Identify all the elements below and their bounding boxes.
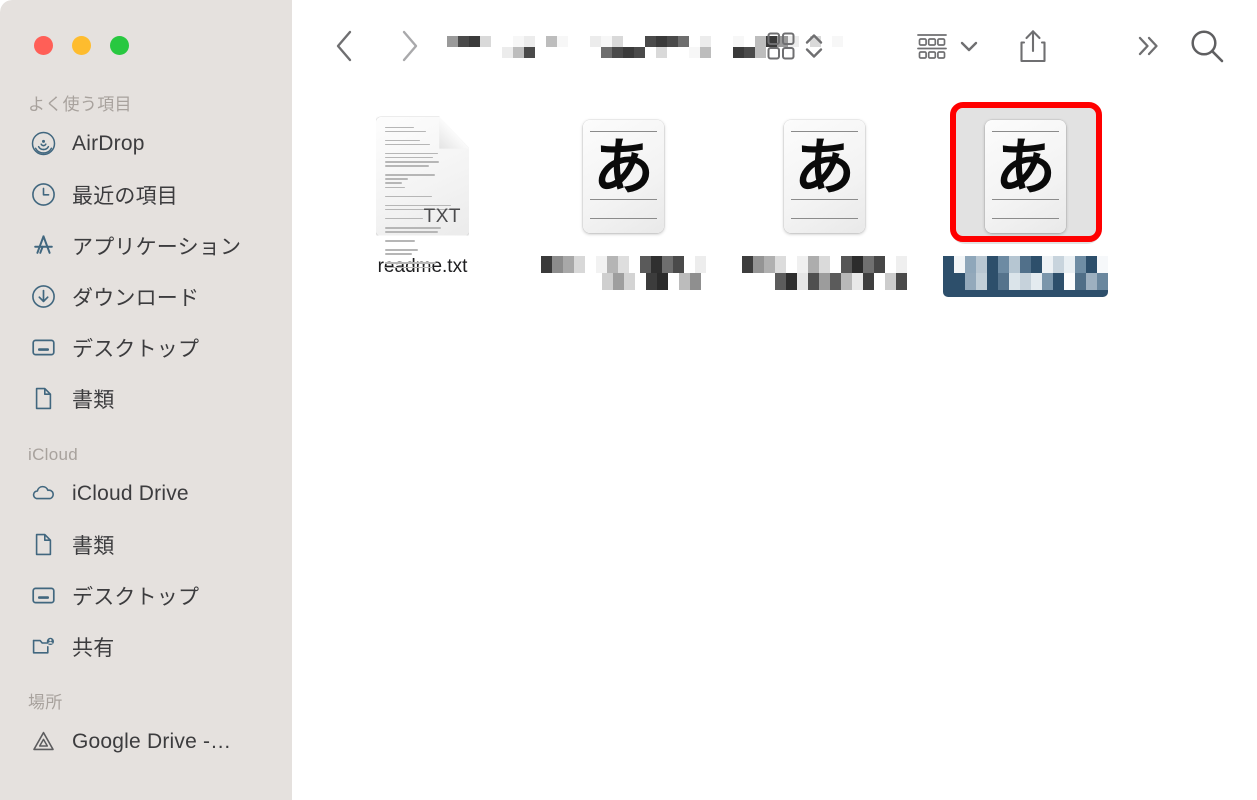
sidebar-item-google-drive[interactable]: Google Drive -… bbox=[0, 716, 292, 767]
sidebar-item-label: 共有 bbox=[72, 636, 115, 660]
file-item[interactable]: TXTreadme.txt bbox=[322, 102, 523, 281]
file-extension-badge: TXT bbox=[423, 205, 461, 227]
redacted-text-blocks bbox=[943, 256, 1108, 290]
redacted-text-blocks bbox=[541, 256, 706, 290]
cloud-icon bbox=[30, 481, 56, 507]
file-item[interactable]: あ bbox=[925, 102, 1126, 297]
clock-icon bbox=[30, 182, 56, 208]
double-chevron-right-icon bbox=[1138, 36, 1158, 56]
file-name-label[interactable] bbox=[541, 256, 706, 297]
font-baseline-rule bbox=[791, 217, 858, 220]
sidebar-item-icloud-drive[interactable]: iCloud Drive bbox=[0, 468, 292, 519]
sidebar-section: よく使う項目 AirDrop 最近の項目 アプリケーション ダウンロード デスク… bbox=[0, 92, 292, 424]
chevron-right-icon bbox=[402, 30, 418, 62]
airdrop-icon bbox=[30, 131, 56, 157]
file-grid-row: TXTreadme.txt あ あ あ bbox=[322, 102, 1257, 297]
file-name-label[interactable] bbox=[943, 256, 1108, 297]
sidebar-item-[interactable]: 最近の項目 bbox=[0, 169, 292, 220]
share-button[interactable] bbox=[1010, 22, 1056, 70]
sidebar-item-airdrop[interactable]: AirDrop bbox=[0, 118, 292, 169]
sidebar-item-[interactable]: ダウンロード bbox=[0, 271, 292, 322]
file-item[interactable]: あ bbox=[523, 102, 724, 297]
sidebar-section-header: 場所 bbox=[28, 693, 63, 712]
sidebar-item-[interactable]: アプリケーション bbox=[0, 220, 292, 271]
minimize-button[interactable] bbox=[72, 36, 91, 55]
file-item[interactable]: あ bbox=[724, 102, 925, 297]
sidebar-item-[interactable]: 書類 bbox=[0, 519, 292, 570]
font-file-icon: あ bbox=[784, 119, 865, 233]
sidebar-item-label: デスクトップ bbox=[72, 585, 200, 609]
sidebar-item-[interactable]: デスクトップ bbox=[0, 570, 292, 621]
back-button[interactable] bbox=[322, 24, 366, 68]
sidebar-item-label: アプリケーション bbox=[72, 235, 242, 259]
sidebar-sections: よく使う項目 AirDrop 最近の項目 アプリケーション ダウンロード デスク… bbox=[0, 92, 292, 800]
sidebar-section: iCloud iCloud Drive 書類 デスクトップ 共有 bbox=[0, 442, 292, 672]
more-toolbar-items-button[interactable] bbox=[1126, 24, 1170, 68]
chevron-up-down-icon bbox=[805, 34, 822, 58]
font-sample-glyph: あ bbox=[592, 132, 654, 203]
search-icon bbox=[1191, 30, 1224, 63]
sidebar-item-label: デスクトップ bbox=[72, 337, 200, 361]
chevron-left-icon bbox=[336, 30, 352, 62]
font-baseline-rule bbox=[590, 217, 657, 220]
file-name-label[interactable] bbox=[742, 256, 907, 297]
font-file-icon: あ bbox=[985, 119, 1066, 233]
sidebar-item-label: 最近の項目 bbox=[72, 184, 178, 208]
window-controls bbox=[34, 36, 129, 55]
sidebar-item-label: Google Drive -… bbox=[72, 729, 232, 753]
desktop-icon bbox=[30, 583, 56, 609]
sidebar-item-[interactable]: 共有 bbox=[0, 621, 292, 672]
font-sample-glyph: あ bbox=[994, 132, 1056, 203]
document-icon bbox=[30, 386, 56, 412]
font-sample-glyph: あ bbox=[793, 132, 855, 203]
font-baseline-rule bbox=[992, 217, 1059, 220]
view-mode-button[interactable] bbox=[752, 24, 838, 68]
txt-document-icon: TXT bbox=[376, 116, 469, 269]
group-by-button[interactable] bbox=[904, 24, 990, 68]
search-button[interactable] bbox=[1184, 22, 1230, 70]
file-icon-container[interactable]: あ bbox=[549, 108, 699, 244]
share-icon bbox=[1020, 30, 1046, 63]
sidebar-item-[interactable]: デスクトップ bbox=[0, 322, 292, 373]
applications-icon bbox=[30, 233, 56, 259]
shared-folder-icon bbox=[30, 634, 56, 660]
sidebar-section-header: よく使う項目 bbox=[28, 95, 132, 114]
sidebar-item-label: 書類 bbox=[72, 534, 115, 558]
font-file-icon: あ bbox=[583, 119, 664, 233]
group-by-icon bbox=[916, 34, 947, 59]
document-preview-lines bbox=[385, 126, 460, 269]
redacted-text-blocks bbox=[742, 256, 907, 290]
sidebar-item-label: iCloud Drive bbox=[72, 481, 189, 505]
close-button[interactable] bbox=[34, 36, 53, 55]
grid-view-icon bbox=[767, 32, 794, 60]
file-grid: TXTreadme.txt あ あ あ bbox=[292, 92, 1257, 800]
toolbar bbox=[292, 0, 1257, 92]
downloads-icon bbox=[30, 284, 56, 310]
sidebar-section-header: iCloud bbox=[28, 445, 78, 464]
forward-button[interactable] bbox=[388, 24, 432, 68]
sidebar: よく使う項目 AirDrop 最近の項目 アプリケーション ダウンロード デスク… bbox=[0, 0, 292, 800]
google-drive-icon bbox=[30, 729, 56, 755]
main-pane: TXTreadme.txt あ あ あ bbox=[292, 0, 1257, 800]
finder-window: よく使う項目 AirDrop 最近の項目 アプリケーション ダウンロード デスク… bbox=[0, 0, 1257, 800]
sidebar-section: 場所 Google Drive -… bbox=[0, 690, 292, 767]
document-icon bbox=[30, 532, 56, 558]
file-icon-container[interactable]: あ bbox=[750, 108, 900, 244]
file-icon-container[interactable]: あ bbox=[950, 108, 1101, 244]
file-icon-container[interactable]: TXT bbox=[348, 108, 498, 269]
maximize-button[interactable] bbox=[110, 36, 129, 55]
sidebar-item-label: ダウンロード bbox=[72, 286, 200, 310]
desktop-icon bbox=[30, 335, 56, 361]
sidebar-item-label: 書類 bbox=[72, 388, 115, 412]
chevron-down-icon bbox=[960, 41, 977, 52]
sidebar-item-[interactable]: 書類 bbox=[0, 373, 292, 424]
sidebar-item-label: AirDrop bbox=[72, 131, 145, 155]
